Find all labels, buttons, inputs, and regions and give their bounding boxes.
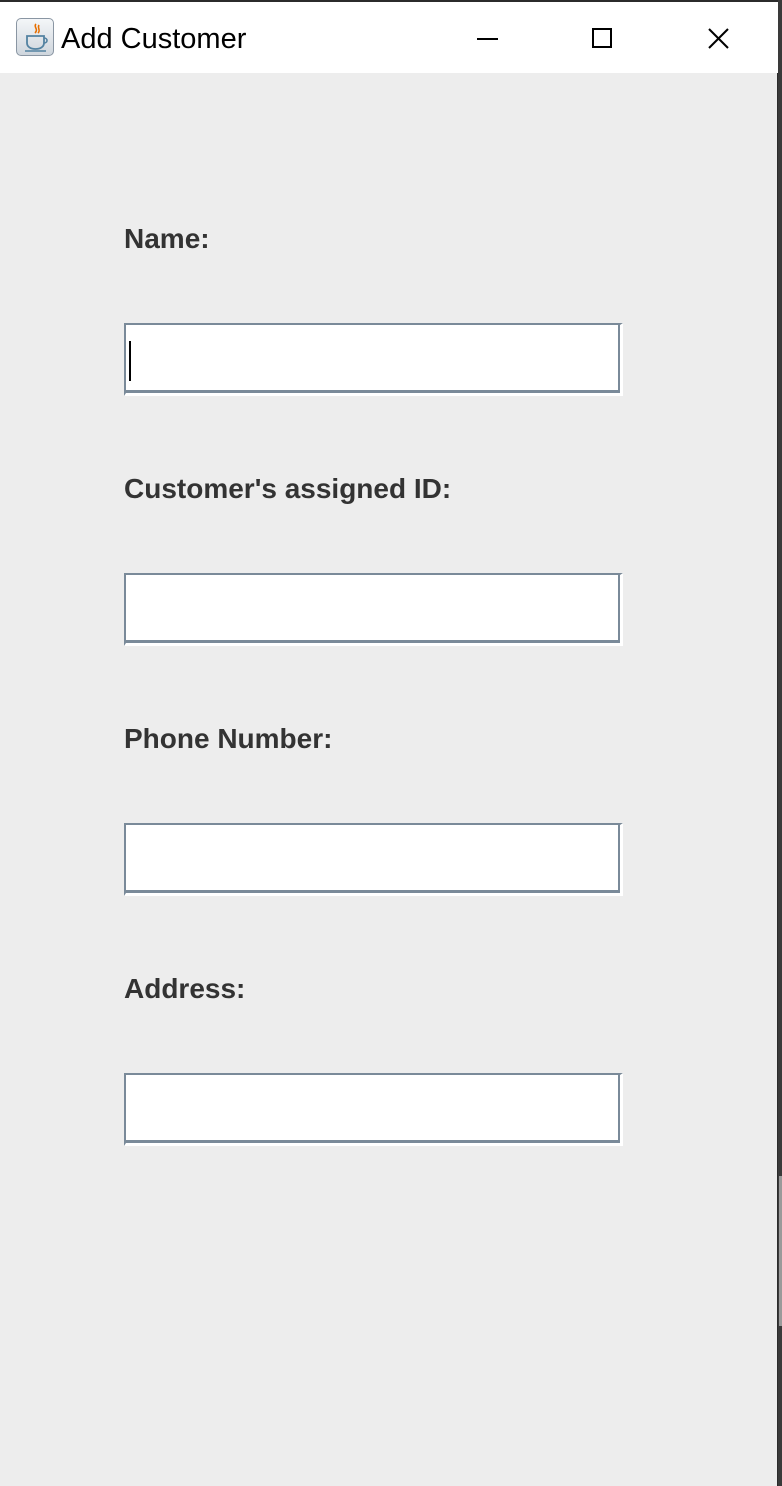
customer-id-field[interactable] <box>124 573 623 646</box>
minimize-button[interactable] <box>432 4 542 72</box>
add-customer-window: Add Customer Name: Customer's assigned I… <box>0 0 778 1486</box>
maximize-button[interactable] <box>547 4 657 72</box>
minimize-icon <box>477 38 498 40</box>
close-button[interactable] <box>663 4 773 72</box>
address-field[interactable] <box>124 1073 623 1146</box>
java-coffee-cup-icon[interactable] <box>16 18 54 56</box>
phone-number-field[interactable] <box>124 823 623 896</box>
name-field[interactable] <box>124 323 623 396</box>
title-bar[interactable]: Add Customer <box>0 0 778 73</box>
address-label: Address: <box>124 973 246 1004</box>
maximize-icon <box>592 28 612 48</box>
close-icon <box>708 28 729 49</box>
customer-id-label: Customer's assigned ID: <box>124 473 452 504</box>
window-title: Add Customer <box>61 23 247 55</box>
phone-number-label: Phone Number: <box>124 723 333 754</box>
text-caret <box>129 341 131 381</box>
name-label: Name: <box>124 223 210 254</box>
